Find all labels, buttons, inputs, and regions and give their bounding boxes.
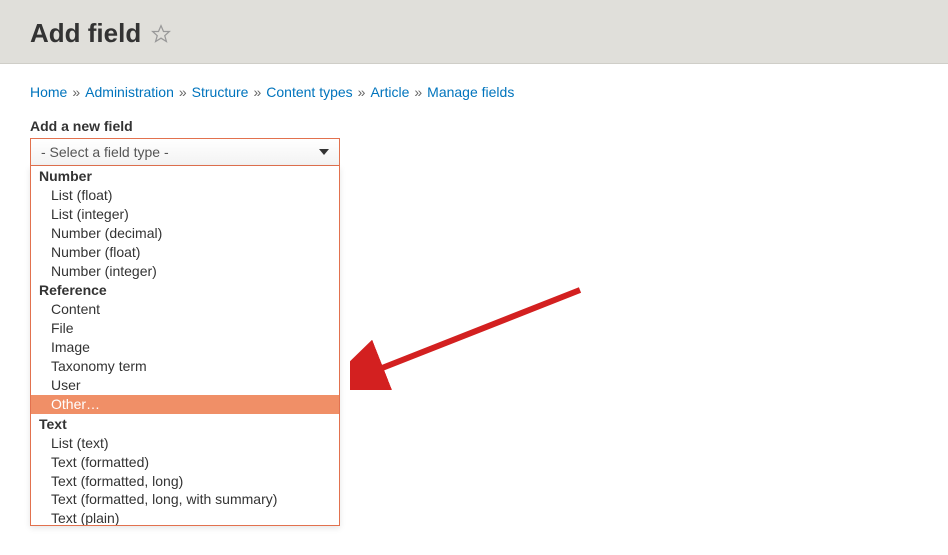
breadcrumb-separator: » (358, 84, 366, 100)
select-option[interactable]: Taxonomy term (31, 357, 339, 376)
page-content: Home»Administration»Structure»Content ty… (0, 64, 948, 186)
select-option[interactable]: Image (31, 338, 339, 357)
select-option[interactable]: List (text) (31, 434, 339, 453)
select-option[interactable]: List (float) (31, 186, 339, 205)
page-header: Add field (0, 0, 948, 64)
select-option[interactable]: Text (plain) (31, 509, 339, 526)
select-option[interactable]: File (31, 319, 339, 338)
breadcrumb-separator: » (72, 84, 80, 100)
breadcrumb-separator: » (179, 84, 187, 100)
page-title-text: Add field (30, 18, 141, 49)
select-display[interactable]: - Select a field type - (30, 138, 340, 166)
field-type-select[interactable]: - Select a field type - NumberList (floa… (30, 138, 340, 166)
annotation-arrow-icon (350, 280, 600, 390)
select-option[interactable]: Number (decimal) (31, 224, 339, 243)
select-option[interactable]: Content (31, 300, 339, 319)
field-label: Add a new field (30, 118, 918, 134)
select-option[interactable]: Text (formatted, long, with summary) (31, 490, 339, 509)
select-optgroup-label: Number (31, 166, 339, 186)
select-option[interactable]: User (31, 376, 339, 395)
select-listbox[interactable]: NumberList (float)List (integer)Number (… (30, 166, 340, 526)
select-option[interactable]: Number (float) (31, 243, 339, 262)
breadcrumb-link[interactable]: Article (370, 84, 409, 100)
select-optgroup-label: Reference (31, 280, 339, 300)
select-optgroup-label: Text (31, 414, 339, 434)
select-placeholder: - Select a field type - (41, 144, 169, 160)
star-icon[interactable] (151, 24, 171, 44)
select-option[interactable]: Number (integer) (31, 262, 339, 281)
breadcrumb-link[interactable]: Structure (192, 84, 249, 100)
page-title: Add field (30, 18, 918, 49)
select-option[interactable]: Text (formatted, long) (31, 472, 339, 491)
breadcrumb-link[interactable]: Manage fields (427, 84, 514, 100)
breadcrumb-link[interactable]: Home (30, 84, 67, 100)
breadcrumb-link[interactable]: Administration (85, 84, 174, 100)
breadcrumb-link[interactable]: Content types (266, 84, 352, 100)
select-option[interactable]: Other… (31, 395, 339, 414)
select-option[interactable]: Text (formatted) (31, 453, 339, 472)
breadcrumb-separator: » (414, 84, 422, 100)
breadcrumb: Home»Administration»Structure»Content ty… (30, 84, 918, 100)
chevron-down-icon (319, 149, 329, 155)
select-option[interactable]: List (integer) (31, 205, 339, 224)
breadcrumb-separator: » (253, 84, 261, 100)
